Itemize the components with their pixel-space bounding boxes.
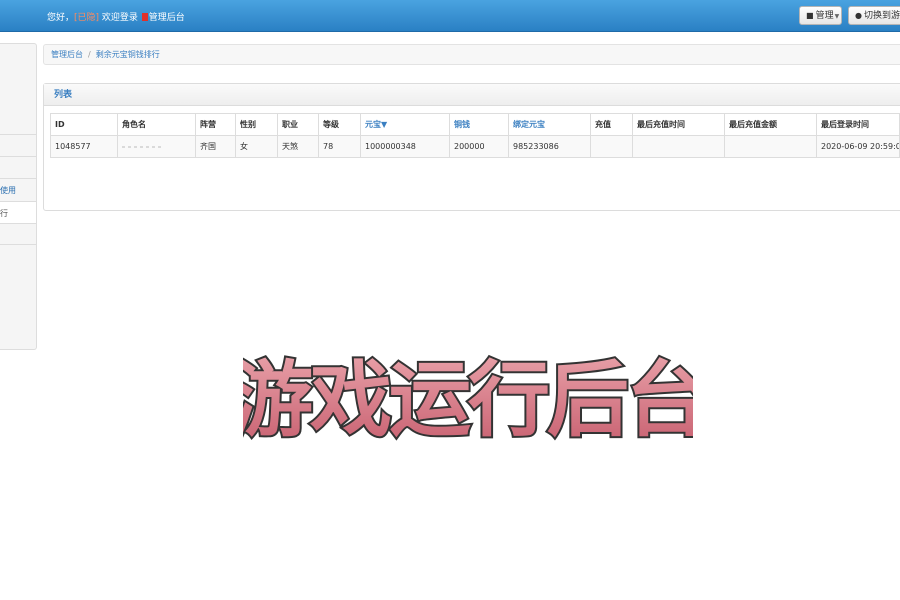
cell-last-recharge-time	[632, 135, 725, 158]
cell-copper: 200000	[449, 135, 509, 158]
panel-title: 列表	[44, 84, 900, 106]
greeting-mid: 欢迎登录	[99, 13, 141, 23]
list-panel: 列表 ID 角色名 阵营 性别 职业 等级 元宝▼ 铜钱 绑定元宝 充值 最后充…	[43, 83, 900, 211]
column-header-faction: 阵营	[195, 113, 236, 136]
breadcrumb: 管理后台 / 剩余元宝铜钱排行	[43, 44, 900, 65]
manage-label: 管理	[815, 11, 834, 21]
column-header-role-name: 角色名	[117, 113, 196, 136]
column-header-bound-yuanbao-sort[interactable]: 绑定元宝	[508, 113, 591, 136]
column-header-copper-sort[interactable]: 铜钱	[449, 113, 509, 136]
cell-level: 78	[318, 135, 361, 158]
greeting-suffix: 管理后台	[148, 13, 185, 23]
cell-recharge	[590, 135, 633, 158]
admin-badge	[141, 13, 148, 21]
column-header-level: 等级	[318, 113, 361, 136]
switch-game-dropdown-button[interactable]: ● 切换到游	[848, 6, 900, 25]
sidebar-item-label: 行	[0, 209, 8, 218]
sidebar: 使用 行	[0, 43, 37, 350]
breadcrumb-current: 剩余元宝铜钱排行	[95, 50, 160, 59]
watermark-text: 游戏运行后台	[243, 353, 693, 448]
table-row: 1048577 齐国 女 天煞 78 1000000348 200000 985…	[50, 135, 900, 158]
sidebar-item-label: 使用	[0, 186, 16, 195]
table-header-row: ID 角色名 阵营 性别 职业 等级 元宝▼ 铜钱 绑定元宝 充值 最后充值时间…	[50, 113, 900, 136]
cell-last-recharge-amount	[724, 135, 817, 158]
chevron-down-icon: ▼	[834, 13, 840, 20]
username: [已隐]	[74, 13, 100, 23]
user-icon: ■	[806, 11, 814, 20]
column-header-class: 职业	[277, 113, 319, 136]
cell-yuanbao: 1000000348	[360, 135, 450, 158]
column-header-gender: 性别	[235, 113, 278, 136]
cell-gender: 女	[235, 135, 278, 158]
data-table: ID 角色名 阵营 性别 职业 等级 元宝▼ 铜钱 绑定元宝 充值 最后充值时间…	[50, 113, 900, 158]
flame-icon: ●	[855, 11, 862, 20]
top-navbar: 您好，[已隐] 欢迎登录 管理后台 ■ 管理▼ ● 切换到游	[0, 0, 900, 32]
sidebar-item-active[interactable]: 行	[0, 201, 36, 223]
breadcrumb-home-link[interactable]: 管理后台	[51, 50, 83, 59]
cell-role-name	[117, 135, 196, 158]
column-header-yuanbao-sort[interactable]: 元宝▼	[360, 113, 450, 136]
sidebar-item[interactable]	[0, 156, 36, 178]
column-header-last-recharge-amount: 最后充值金额	[724, 113, 817, 136]
cell-last-login-time: 2020-06-09 20:59:01	[816, 135, 900, 158]
column-header-id: ID	[50, 113, 118, 136]
cell-id: 1048577	[50, 135, 118, 158]
sidebar-item[interactable]	[0, 223, 36, 245]
sidebar-item[interactable]: 使用	[0, 178, 36, 201]
cell-class: 天煞	[277, 135, 319, 158]
breadcrumb-separator: /	[88, 50, 91, 59]
cell-faction: 齐国	[195, 135, 236, 158]
welcome-message: 您好，[已隐] 欢迎登录 管理后台	[47, 10, 185, 23]
greeting-prefix: 您好，	[47, 13, 75, 23]
sidebar-item[interactable]	[0, 134, 36, 156]
watermark-overlay: 游戏运行后台	[243, 351, 693, 450]
manage-dropdown-button[interactable]: ■ 管理▼	[799, 6, 842, 25]
column-header-recharge: 充值	[590, 113, 633, 136]
switch-label: 切换到游	[863, 11, 900, 21]
column-header-last-recharge-time: 最后充值时间	[632, 113, 725, 136]
cell-bound-yuanbao: 985233086	[508, 135, 591, 158]
column-header-last-login-time: 最后登录时间	[816, 113, 900, 136]
